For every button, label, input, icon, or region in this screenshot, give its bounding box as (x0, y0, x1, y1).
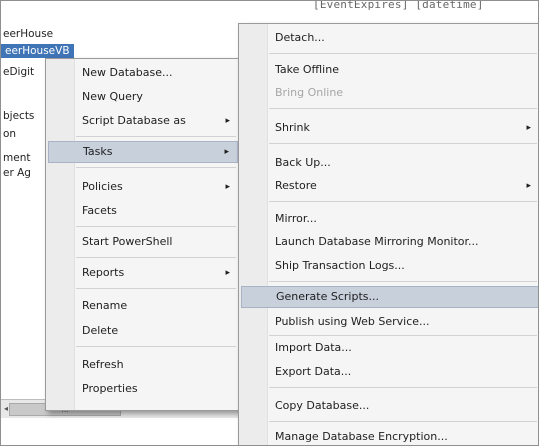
menu-item-label: Shrink (275, 121, 310, 134)
menu-item-back-up[interactable]: Back Up... (241, 152, 538, 174)
menu-item-label: Import Data... (275, 341, 352, 354)
tree-node[interactable]: on (3, 127, 16, 141)
menu-item-detach[interactable]: Detach... (241, 27, 538, 49)
menu-item-start-powershell[interactable]: Start PowerShell (48, 231, 238, 253)
menu-separator (76, 257, 236, 258)
menu-item-delete[interactable]: Delete (48, 320, 238, 342)
menu-separator (269, 201, 537, 202)
tree-node-selected-database[interactable]: eerHouseVB (1, 44, 74, 58)
editor-line: [EventExpires] [datetime] (313, 0, 484, 11)
menu-item-restore[interactable]: Restore ▸ (241, 175, 538, 197)
menu-item-label: Policies (82, 180, 123, 193)
tree-node[interactable]: eerHouse (3, 27, 53, 41)
menu-item-facets[interactable]: Facets (48, 200, 238, 222)
menu-separator (76, 167, 236, 168)
menu-item-new-query[interactable]: New Query (48, 86, 238, 108)
menu-item-label: Ship Transaction Logs... (275, 259, 405, 272)
menu-separator (269, 108, 537, 109)
menu-item-launch-mirroring-monitor[interactable]: Launch Database Mirroring Monitor... (241, 231, 538, 253)
menu-item-script-database-as[interactable]: Script Database as ▸ (48, 110, 238, 132)
menu-separator (269, 53, 537, 54)
menu-item-label: Manage Database Encryption... (275, 430, 448, 443)
submenu-arrow-icon: ▸ (225, 116, 230, 126)
menu-item-label: Bring Online (275, 86, 344, 99)
menu-item-label: Mirror... (275, 212, 317, 225)
submenu-arrow-icon: ▸ (526, 123, 531, 133)
menu-item-copy-database[interactable]: Copy Database... (241, 395, 538, 417)
menu-item-shrink[interactable]: Shrink ▸ (241, 117, 538, 139)
menu-separator (76, 346, 236, 347)
menu-item-label: Copy Database... (275, 399, 370, 412)
menu-item-label: Detach... (275, 31, 325, 44)
menu-separator (76, 288, 236, 289)
menu-item-bring-online: Bring Online (241, 82, 538, 104)
submenu-arrow-icon: ▸ (526, 181, 531, 191)
menu-separator (269, 421, 537, 422)
tree-node[interactable]: ment (3, 151, 30, 165)
menu-item-label: Take Offline (275, 63, 339, 76)
menu-item-label: Launch Database Mirroring Monitor... (275, 235, 479, 248)
menu-item-manage-encryption[interactable]: Manage Database Encryption... (241, 426, 538, 445)
menu-item-import-data[interactable]: Import Data... (241, 337, 538, 359)
menu-item-ship-transaction-logs[interactable]: Ship Transaction Logs... (241, 255, 538, 277)
menu-separator (269, 281, 537, 282)
menu-item-label: Export Data... (275, 365, 352, 378)
database-context-menu: New Database... New Query Script Databas… (45, 58, 241, 411)
window-frame: [EventExpires] [datetime] eerHouse eerHo… (0, 0, 539, 446)
menu-item-mirror[interactable]: Mirror... (241, 208, 538, 230)
menu-item-label: Rename (82, 299, 128, 312)
submenu-arrow-icon: ▸ (225, 268, 230, 278)
menu-separator (269, 335, 537, 336)
menu-item-label: Restore (275, 179, 317, 192)
menu-item-label: Facets (82, 204, 117, 217)
menu-item-label: Refresh (82, 358, 124, 371)
tree-node[interactable]: eDigit (3, 65, 34, 79)
menu-item-label: Reports (82, 266, 125, 279)
menu-item-label: Properties (82, 382, 138, 395)
menu-item-label: Tasks (83, 145, 113, 158)
menu-separator (269, 143, 537, 144)
submenu-arrow-icon: ▸ (224, 147, 229, 157)
menu-item-label: Start PowerShell (82, 235, 173, 248)
menu-separator (76, 136, 236, 137)
menu-item-tasks[interactable]: Tasks ▸ (48, 141, 238, 163)
menu-item-take-offline[interactable]: Take Offline (241, 59, 538, 81)
menu-item-generate-scripts[interactable]: Generate Scripts... (241, 286, 538, 308)
menu-item-label: Back Up... (275, 156, 331, 169)
tree-node[interactable]: er Ag (3, 166, 31, 180)
menu-item-new-database[interactable]: New Database... (48, 62, 238, 84)
menu-item-label: Publish using Web Service... (275, 315, 430, 328)
menu-item-label: Generate Scripts... (276, 290, 379, 303)
menu-item-publish-web-service[interactable]: Publish using Web Service... (241, 311, 538, 333)
menu-item-rename[interactable]: Rename (48, 295, 238, 317)
menu-item-refresh[interactable]: Refresh (48, 354, 238, 376)
menu-item-policies[interactable]: Policies ▸ (48, 176, 238, 198)
menu-item-label: Script Database as (82, 114, 186, 127)
tasks-submenu: Detach... Take Offline Bring Online Shri… (238, 23, 538, 445)
tree-node[interactable]: bjects (3, 109, 34, 123)
menu-item-label: Delete (82, 324, 119, 337)
menu-item-export-data[interactable]: Export Data... (241, 361, 538, 383)
menu-item-label: New Database... (82, 66, 173, 79)
menu-item-properties[interactable]: Properties (48, 378, 238, 400)
menu-item-label: New Query (82, 90, 143, 103)
menu-separator (269, 387, 537, 388)
submenu-arrow-icon: ▸ (225, 182, 230, 192)
menu-separator (76, 226, 236, 227)
menu-item-reports[interactable]: Reports ▸ (48, 262, 238, 284)
